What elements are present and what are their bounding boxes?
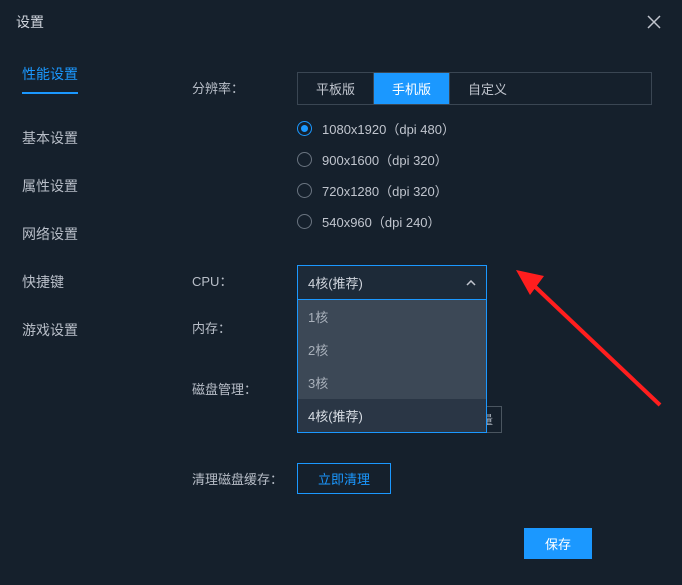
resolution-option-720[interactable]: 720x1280（dpi 320） [297, 181, 652, 200]
cpu-label: CPU： [192, 265, 297, 290]
memory-label: 内存： [192, 312, 297, 337]
resolution-label: 分辨率： [192, 72, 297, 97]
close-button[interactable] [642, 10, 666, 34]
save-button[interactable]: 保存 [524, 528, 592, 559]
cpu-option-3[interactable]: 3核 [298, 366, 486, 399]
disk-label: 磁盘管理： [192, 373, 297, 398]
radio-icon [297, 152, 312, 167]
close-icon [646, 14, 662, 30]
radio-label: 540x960（dpi 240） [322, 212, 441, 231]
cpu-option-4[interactable]: 4核(推荐) [298, 399, 486, 432]
sidebar-item-basic[interactable]: 基本设置 [0, 114, 158, 162]
radio-label: 1080x1920（dpi 480） [322, 119, 455, 138]
chevron-up-icon [466, 280, 476, 286]
radio-icon [297, 183, 312, 198]
cpu-select[interactable]: 4核(推荐) [297, 265, 487, 300]
sidebar: 性能设置 基本设置 属性设置 网络设置 快捷键 游戏设置 [0, 44, 158, 559]
sidebar-item-performance[interactable]: 性能设置 [22, 64, 78, 94]
sidebar-item-network[interactable]: 网络设置 [0, 210, 158, 258]
radio-icon [297, 214, 312, 229]
sidebar-item-attribute[interactable]: 属性设置 [0, 162, 158, 210]
resolution-option-1080[interactable]: 1080x1920（dpi 480） [297, 119, 652, 138]
segment-phone[interactable]: 手机版 [374, 73, 450, 104]
cpu-option-2[interactable]: 2核 [298, 333, 486, 366]
sidebar-item-game[interactable]: 游戏设置 [0, 306, 158, 354]
resolution-option-900[interactable]: 900x1600（dpi 320） [297, 150, 652, 169]
cpu-selected-value: 4核(推荐) [308, 273, 363, 292]
resolution-option-540[interactable]: 540x960（dpi 240） [297, 212, 652, 231]
window-title: 设置 [16, 12, 44, 32]
clear-cache-label: 清理磁盘缓存： [192, 463, 297, 488]
segment-custom[interactable]: 自定义 [450, 73, 525, 104]
segment-tablet[interactable]: 平板版 [298, 73, 374, 104]
resolution-segments: 平板版 手机版 自定义 [297, 72, 652, 105]
clear-cache-button[interactable]: 立即清理 [297, 463, 391, 494]
cpu-option-1[interactable]: 1核 [298, 300, 486, 333]
sidebar-item-shortcut[interactable]: 快捷键 [0, 258, 158, 306]
radio-label: 900x1600（dpi 320） [322, 150, 448, 169]
cpu-dropdown: 1核 2核 3核 4核(推荐) [297, 300, 487, 433]
radio-label: 720x1280（dpi 320） [322, 181, 448, 200]
radio-icon [297, 121, 312, 136]
